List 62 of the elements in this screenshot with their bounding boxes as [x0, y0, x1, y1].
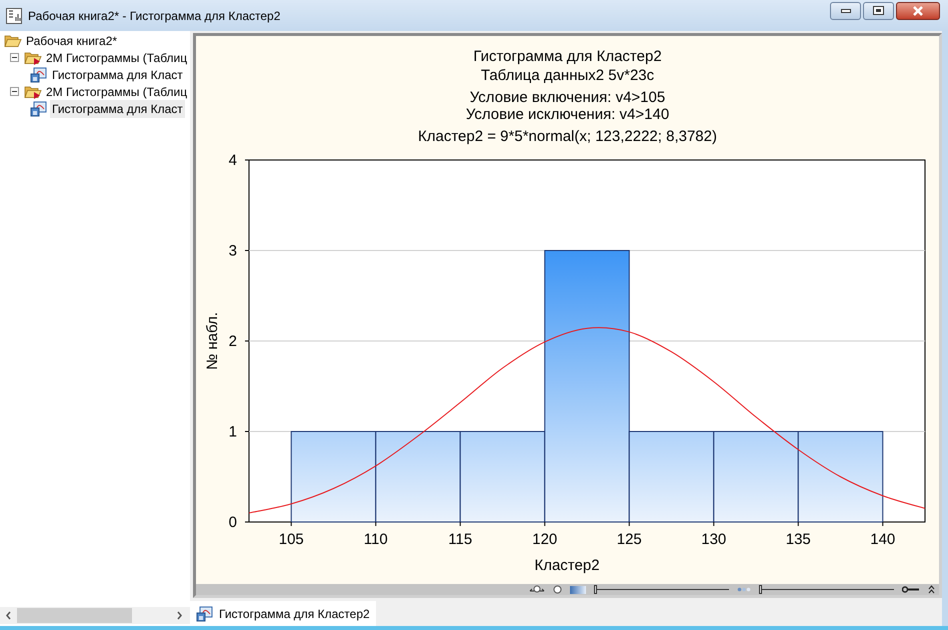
tree-item[interactable]: Гистограмма для Класт [50, 100, 185, 118]
y-tick-label: 1 [228, 424, 237, 440]
x-tick-label: 120 [532, 531, 558, 548]
x-tick [544, 522, 546, 526]
collapse-icon[interactable] [10, 53, 19, 62]
y-axis-title: № набл. [204, 312, 221, 370]
graph-title: Условие включения: v4>105 [470, 89, 666, 106]
graph-title: Условие исключения: v4>140 [466, 106, 670, 123]
y-tick [244, 250, 250, 251]
x-tick-label: 135 [786, 531, 811, 548]
app-icon [6, 8, 22, 24]
scrollbar-thumb[interactable] [17, 608, 132, 623]
folder-arrow-icon [24, 84, 42, 99]
zoom-slider[interactable] [594, 585, 729, 594]
minimize-button[interactable] [830, 2, 861, 20]
wrench-icon[interactable] [902, 586, 920, 594]
close-icon [912, 6, 924, 16]
y-tick [244, 431, 250, 432]
x-tick-label: 140 [870, 531, 896, 548]
graph-title: Таблица данных2 5v*23c [480, 67, 654, 84]
x-tick-label: 125 [616, 531, 642, 548]
graph-title: Гистограмма для Кластер2 [473, 48, 662, 65]
maximize-button[interactable] [863, 2, 894, 20]
x-axis-title: Кластер2 [534, 557, 600, 574]
x-tick [713, 522, 714, 526]
zoom-slider[interactable] [759, 585, 894, 594]
y-tick-label: 3 [228, 242, 237, 260]
graph-document-icon [30, 66, 48, 82]
collapse-icon[interactable] [10, 87, 19, 96]
horizontal-scrollbar[interactable] [0, 607, 190, 624]
x-tick [375, 522, 376, 526]
y-tick-label: 0 [228, 514, 237, 531]
graph-document-icon [196, 606, 214, 622]
pan-icon[interactable] [529, 585, 545, 594]
y-tick [244, 340, 250, 342]
maximize-icon [873, 6, 884, 15]
x-tick-label: 110 [364, 531, 388, 548]
dots-icon[interactable] [737, 587, 751, 592]
minimize-icon [840, 8, 850, 12]
folder-icon [4, 33, 22, 48]
x-tick [290, 522, 292, 526]
y-tick-label: 4 [228, 152, 237, 169]
x-tick [882, 522, 884, 526]
folder-arrow-icon [24, 50, 42, 65]
x-tick [798, 522, 799, 526]
color-gradient-swatch[interactable] [570, 586, 586, 594]
x-tick-label: 115 [448, 531, 472, 548]
close-button[interactable] [896, 2, 940, 20]
x-tick-label: 130 [701, 531, 726, 548]
tree-item[interactable]: Гистограмма для Класт [50, 66, 185, 84]
tree-item[interactable]: Рабочая книга2* [24, 32, 120, 50]
tree-item[interactable]: 2М Гистограммы (Таблиц [44, 82, 190, 100]
x-tick [460, 522, 461, 526]
x-tick [628, 522, 630, 526]
window-title: Рабочая книга2* - Гистограмма для Кластер2 [28, 8, 280, 24]
x-tick-label: 105 [278, 531, 304, 548]
collapse-up-icon[interactable] [928, 585, 935, 594]
y-tick-label: 2 [228, 333, 237, 350]
graph-title: Кластер2 = 9*5*normal(x; 123,2222; 8,3782) [418, 128, 717, 145]
graph-document-icon [30, 100, 48, 116]
tree-item[interactable]: 2М Гистограммы (Таблиц [44, 48, 190, 66]
document-tab[interactable]: Гистограмма для Кластер2 [190, 601, 376, 626]
